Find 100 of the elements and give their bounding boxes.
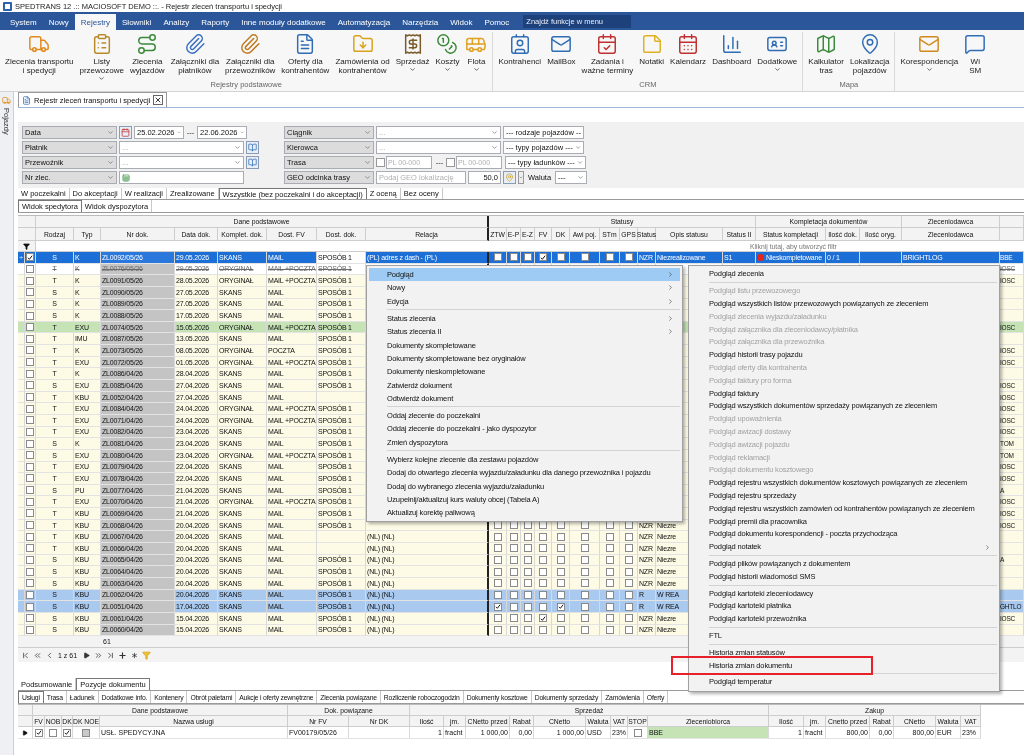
checkbox[interactable]	[26, 346, 34, 355]
calendar-button[interactable]	[119, 126, 132, 139]
ribbon-button[interactable]: Zlecenia transportu i spedycji	[2, 32, 77, 75]
add-record-button[interactable]	[117, 650, 128, 661]
ribbon-button[interactable]: Kontrahenci	[495, 32, 545, 66]
checkbox[interactable]	[493, 532, 502, 541]
menu-tab[interactable]: Narzędzia	[396, 14, 445, 30]
ribbon-button[interactable]: Załączniki dla przewoźników	[222, 32, 279, 75]
checkbox[interactable]	[26, 427, 34, 436]
checkbox[interactable]	[580, 567, 589, 576]
checkbox[interactable]	[539, 567, 547, 576]
menu-tab[interactable]: Inne moduły dodatkowe	[235, 14, 332, 30]
checkbox[interactable]	[580, 555, 589, 564]
checkbox[interactable]	[556, 532, 565, 541]
checkbox[interactable]	[26, 404, 34, 413]
checkbox[interactable]	[26, 555, 34, 564]
checkbox[interactable]	[26, 299, 34, 308]
ribbon-button[interactable]: Kalendarz	[667, 32, 710, 66]
checkbox[interactable]	[26, 567, 34, 576]
previous-page-button[interactable]	[32, 650, 42, 661]
checkbox[interactable]	[493, 567, 502, 576]
checkbox[interactable]	[26, 462, 34, 471]
checkbox[interactable]	[493, 625, 502, 634]
checkbox[interactable]	[493, 590, 502, 599]
ribbon-button[interactable]: Oferty dla kontrahentów	[278, 32, 333, 75]
checkbox[interactable]	[34, 728, 43, 737]
ribbon-button[interactable]: Sprzedaż	[392, 32, 433, 73]
checkbox[interactable]	[556, 544, 565, 553]
checkbox[interactable]	[580, 590, 589, 599]
checkbox[interactable]	[523, 614, 532, 623]
checkbox[interactable]	[509, 602, 518, 611]
ribbon-button[interactable]: Korespondencja	[897, 32, 962, 73]
checkbox[interactable]	[624, 567, 633, 576]
checkbox[interactable]	[539, 602, 547, 611]
checkbox[interactable]	[26, 381, 34, 390]
checkbox[interactable]	[509, 590, 518, 599]
checkbox[interactable]	[539, 253, 547, 262]
checkbox[interactable]	[523, 544, 532, 553]
checkbox[interactable]	[26, 369, 34, 378]
map-pin-button[interactable]	[503, 171, 516, 184]
checkbox[interactable]	[580, 544, 589, 553]
checkbox[interactable]	[605, 567, 614, 576]
ribbon-button[interactable]: Załączniki dla płatników	[167, 32, 223, 75]
checkbox[interactable]	[26, 253, 34, 262]
checkbox[interactable]	[26, 311, 34, 320]
checkbox[interactable]	[493, 253, 502, 262]
menu-tab[interactable]: Analizy	[157, 14, 196, 30]
checkbox[interactable]	[26, 288, 34, 297]
checkbox[interactable]	[523, 532, 532, 541]
checkbox[interactable]	[624, 614, 633, 623]
book-button[interactable]	[246, 156, 259, 169]
checkbox[interactable]	[26, 451, 34, 460]
checkbox[interactable]	[49, 728, 57, 737]
checkbox[interactable]	[605, 579, 614, 588]
checkbox[interactable]	[523, 590, 532, 599]
checkbox[interactable]	[509, 253, 518, 262]
checkbox[interactable]	[26, 393, 34, 401]
checkbox[interactable]	[509, 567, 518, 576]
checkbox[interactable]	[26, 509, 34, 518]
menu-tab[interactable]: Rejestry	[74, 14, 117, 30]
checkbox[interactable]	[605, 602, 614, 611]
ribbon-button[interactable]: Zadania i ważne terminy	[578, 32, 637, 75]
menu-tab[interactable]: Raporty	[195, 14, 236, 30]
checkbox[interactable]	[509, 614, 518, 623]
checkbox[interactable]	[26, 614, 34, 623]
checkbox[interactable]	[624, 625, 633, 634]
checkbox[interactable]	[580, 625, 589, 634]
checkbox[interactable]	[82, 728, 90, 737]
checkbox[interactable]	[556, 602, 565, 611]
checkbox[interactable]	[26, 439, 34, 448]
checkbox[interactable]	[624, 253, 633, 262]
menu-tab[interactable]: Widok	[444, 14, 479, 30]
last-record-button[interactable]	[105, 650, 116, 661]
ribbon-button[interactable]: Lokalizacja pojazdów	[846, 32, 893, 75]
checkbox[interactable]	[26, 474, 34, 483]
checkbox[interactable]	[605, 625, 614, 634]
close-button[interactable]	[153, 95, 164, 105]
checkbox[interactable]	[556, 590, 565, 599]
checkbox[interactable]	[580, 614, 589, 623]
checkbox[interactable]	[624, 532, 633, 541]
checkbox[interactable]	[539, 590, 547, 599]
checkbox[interactable]	[580, 579, 589, 588]
checkbox[interactable]	[624, 579, 633, 588]
checkbox[interactable]	[539, 555, 547, 564]
checkbox[interactable]	[26, 590, 34, 599]
checkbox[interactable]	[605, 590, 614, 599]
ribbon-button[interactable]: MailBox	[544, 32, 579, 66]
checkbox[interactable]	[26, 264, 34, 273]
checkbox[interactable]	[523, 567, 532, 576]
checkbox[interactable]	[26, 416, 34, 425]
checkbox[interactable]	[556, 555, 565, 564]
checkbox[interactable]	[556, 614, 565, 623]
checkbox[interactable]	[580, 532, 589, 541]
next-record-button[interactable]	[81, 650, 92, 661]
menu-tab[interactable]: Nowy	[42, 14, 75, 30]
ribbon-button[interactable]: Zlecenia wyjazdów	[126, 32, 168, 75]
checkbox[interactable]	[493, 579, 502, 588]
menu-tab[interactable]: Automatyzacja	[331, 14, 397, 30]
checkbox[interactable]	[605, 544, 614, 553]
checkbox[interactable]	[493, 555, 502, 564]
